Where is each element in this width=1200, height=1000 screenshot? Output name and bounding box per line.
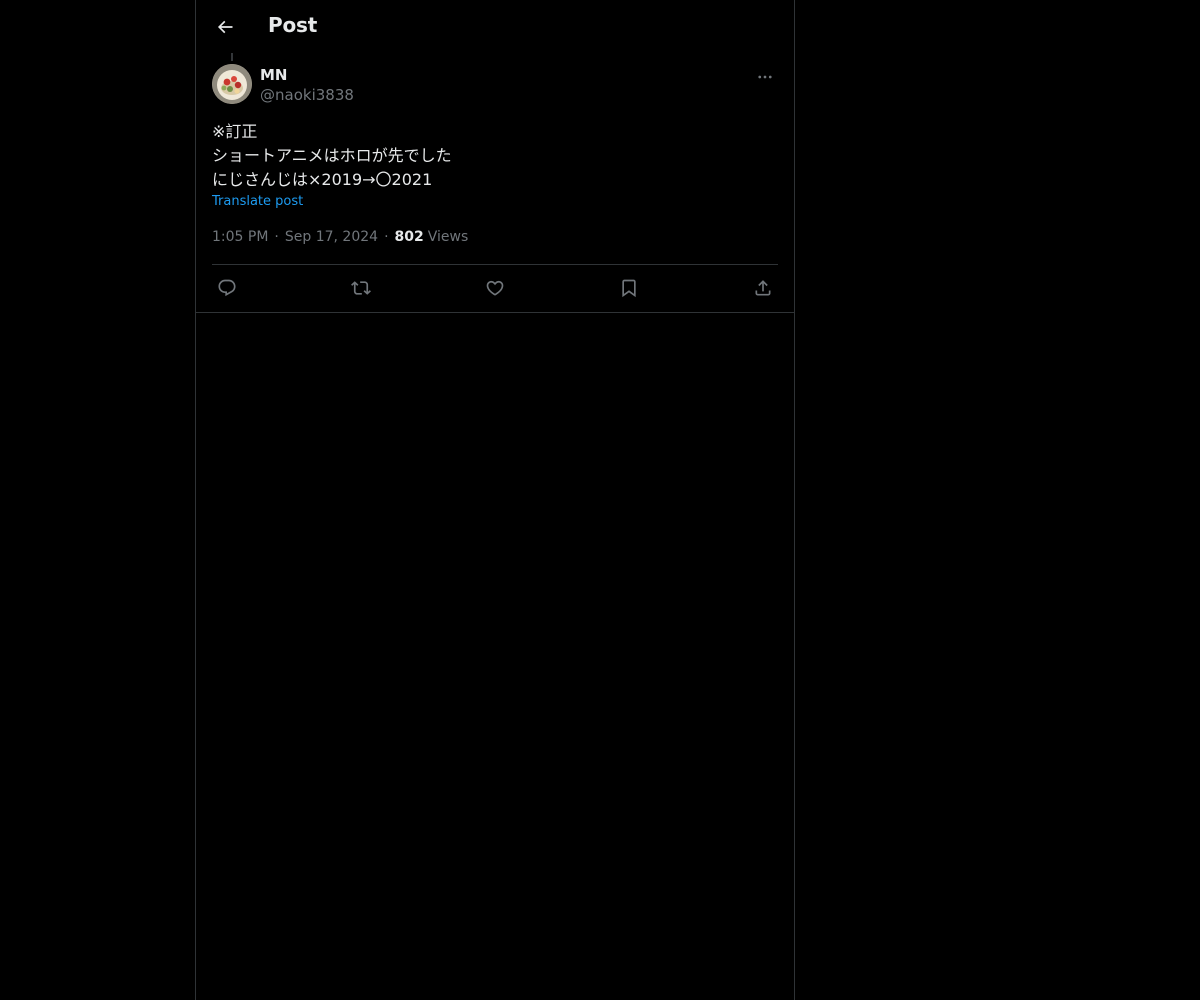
- post-time[interactable]: 1:05 PM: [212, 229, 268, 245]
- back-button[interactable]: [208, 10, 242, 44]
- more-horizontal-icon: [756, 68, 774, 86]
- like-button[interactable]: [482, 275, 508, 301]
- translate-post-link[interactable]: Translate post: [212, 194, 303, 209]
- thread-connector-line: [231, 53, 233, 61]
- post-text-line: にじさんじは×2019→〇2021: [212, 170, 433, 189]
- author-handle[interactable]: @naoki3838: [260, 85, 354, 105]
- post-text-line: ショートアニメはホロが先でした: [212, 146, 452, 165]
- author-names: MN @naoki3838: [260, 66, 354, 105]
- author-display-name[interactable]: MN: [260, 66, 354, 84]
- post-date[interactable]: Sep 17, 2024: [285, 229, 378, 245]
- post-text-line: ※訂正: [212, 122, 258, 141]
- repost-icon: [351, 278, 371, 298]
- repost-button[interactable]: [348, 275, 374, 301]
- post-meta: 1:05 PM · Sep 17, 2024 · 802 Views: [212, 229, 468, 245]
- meta-separator: ·: [274, 229, 279, 245]
- meta-separator: ·: [384, 229, 389, 245]
- heart-icon: [485, 278, 505, 298]
- post-bottom-divider: [196, 312, 794, 313]
- views-label: Views: [427, 229, 469, 245]
- share-button[interactable]: [750, 275, 776, 301]
- post-text: ※訂正 ショートアニメはホロが先でした にじさんじは×2019→〇2021: [212, 120, 778, 192]
- main-column: Post MN @naoki3838 ※訂正 ショートアニメはホロが先でした に…: [195, 0, 795, 1000]
- page-header: Post: [196, 0, 794, 53]
- more-options-button[interactable]: [752, 64, 778, 90]
- bookmark-button[interactable]: [616, 275, 642, 301]
- reply-icon: [217, 278, 237, 298]
- arrow-left-icon: [215, 17, 235, 37]
- avatar[interactable]: [212, 64, 252, 104]
- bookmark-icon: [619, 278, 639, 298]
- views-count: 802: [394, 229, 424, 245]
- reply-button[interactable]: [214, 275, 240, 301]
- share-icon: [753, 278, 773, 298]
- post-author-row: MN @naoki3838: [212, 64, 778, 108]
- page-title: Post: [268, 13, 318, 37]
- post-actions: [212, 265, 778, 311]
